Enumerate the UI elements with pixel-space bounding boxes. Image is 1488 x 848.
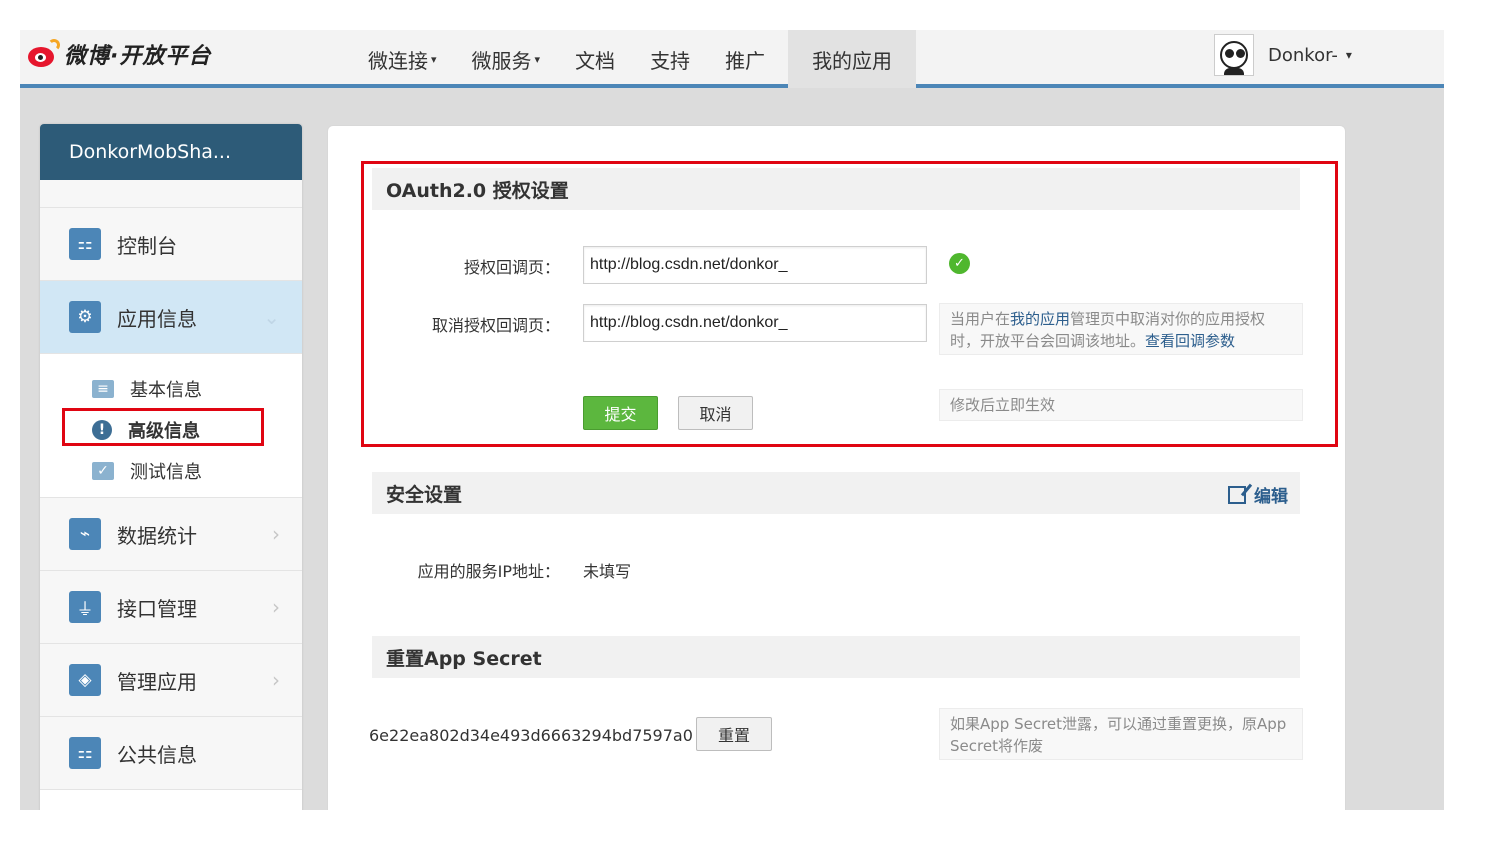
sidebar-item-label: 接口管理 bbox=[117, 596, 197, 621]
sidebar-item-public-info[interactable]: ⚏ 公共信息 bbox=[40, 717, 302, 790]
sidebar-item-label: 控制台 bbox=[117, 233, 177, 258]
user-name: Donkor- bbox=[1268, 44, 1338, 66]
browser-viewport: 微博·开放平台 微连接 ▾ 微服务 ▾ 文档 支持 推广 我的应用 Donkor… bbox=[20, 30, 1444, 810]
main-nav: 微连接 ▾ 微服务 ▾ 文档 支持 推广 我的应用 bbox=[356, 30, 928, 88]
edit-link[interactable]: 编辑 bbox=[1228, 482, 1288, 507]
sidebar-item-console[interactable]: ⚏ 控制台 bbox=[40, 208, 302, 281]
sidebar: DonkorMobSha... ⚏ 控制台 ⚙ 应用信息 ⌄ ≡ 基本信息 ! … bbox=[40, 124, 302, 810]
reset-secret-section-title: 重置App Secret bbox=[372, 636, 1300, 678]
sidebar-subitem-label: 测试信息 bbox=[130, 461, 202, 483]
nav-item-label: 支持 bbox=[650, 48, 691, 73]
server-ip-label: 应用的服务IP地址： bbox=[417, 562, 560, 581]
console-icon: ⚏ bbox=[69, 228, 101, 260]
sidebar-subitem-test-info[interactable]: ✓ 测试信息 bbox=[40, 450, 302, 491]
nav-item-promote[interactable]: 推广 bbox=[713, 30, 776, 88]
nav-item-my-apps[interactable]: 我的应用 bbox=[788, 30, 917, 88]
highlight-box-oauth-settings bbox=[361, 161, 1338, 447]
layers-icon: ◈ bbox=[69, 664, 101, 696]
sidebar-subitem-basic-info[interactable]: ≡ 基本信息 bbox=[40, 368, 302, 409]
avatar bbox=[1214, 34, 1254, 76]
edit-icon bbox=[1228, 485, 1246, 504]
caret-down-icon: ▾ bbox=[534, 52, 541, 66]
nav-item-weilianjie[interactable]: 微连接 ▾ bbox=[356, 30, 448, 88]
reset-secret-button[interactable]: 重置 bbox=[696, 717, 772, 751]
sidebar-item-app-info[interactable]: ⚙ 应用信息 ⌄ bbox=[40, 281, 302, 354]
weibo-open-platform-logo[interactable]: 微博·开放平台 bbox=[26, 38, 211, 70]
sidebar-item-statistics[interactable]: ⌁ 数据统计 › bbox=[40, 498, 302, 571]
sidebar-item-api-management[interactable]: ⏚ 接口管理 › bbox=[40, 571, 302, 644]
sidebar-item-label: 数据统计 bbox=[117, 523, 197, 548]
top-navbar: 微博·开放平台 微连接 ▾ 微服务 ▾ 文档 支持 推广 我的应用 Donkor… bbox=[20, 30, 1444, 88]
nav-item-label: 推广 bbox=[725, 48, 766, 73]
card-icon: ≡ bbox=[92, 379, 114, 398]
weibo-eye-icon bbox=[26, 39, 60, 69]
sidebar-item-label: 应用信息 bbox=[117, 306, 197, 331]
nav-item-label: 我的应用 bbox=[812, 48, 893, 73]
security-title-text: 安全设置 bbox=[386, 483, 463, 506]
caret-down-icon: ▾ bbox=[1345, 48, 1352, 62]
nav-item-label: 微连接 bbox=[368, 48, 428, 73]
chart-icon: ⌁ bbox=[69, 518, 101, 550]
security-section-title: 安全设置 编辑 bbox=[372, 472, 1300, 514]
app-secret-value: 6e22ea802d34e493d6663294bd7597a0 bbox=[369, 726, 693, 745]
highlight-box-advanced-info bbox=[62, 408, 264, 446]
test-card-icon: ✓ bbox=[92, 461, 114, 480]
caret-down-icon: ▾ bbox=[431, 52, 437, 66]
gear-icon: ⚙ bbox=[69, 301, 101, 333]
reset-secret-hint: 如果App Secret泄露，可以通过重置更换，原App Secret将作废 bbox=[939, 708, 1303, 760]
edit-label: 编辑 bbox=[1254, 487, 1288, 507]
logo-text: 微博·开放平台 bbox=[64, 44, 212, 69]
chevron-right-icon: › bbox=[272, 595, 280, 619]
nav-item-label: 文档 bbox=[575, 48, 616, 73]
plug-icon: ⏚ bbox=[69, 591, 101, 623]
chevron-right-icon: › bbox=[272, 522, 280, 546]
chevron-right-icon: › bbox=[272, 668, 280, 692]
sidebar-subitem-label: 基本信息 bbox=[130, 379, 202, 401]
user-menu[interactable]: Donkor- ▾ bbox=[1214, 32, 1352, 78]
public-icon: ⚏ bbox=[69, 737, 101, 769]
nav-item-weifuwu[interactable]: 微服务 ▾ bbox=[460, 30, 552, 88]
sidebar-item-label: 公共信息 bbox=[117, 742, 197, 767]
server-ip-value: 未填写 bbox=[583, 562, 632, 581]
nav-item-label: 微服务 bbox=[471, 48, 532, 73]
nav-item-support[interactable]: 支持 bbox=[638, 30, 701, 88]
app-name-header: DonkorMobSha... bbox=[40, 124, 302, 180]
sidebar-item-label: 管理应用 bbox=[117, 669, 197, 694]
sidebar-item-manage-app[interactable]: ◈ 管理应用 › bbox=[40, 644, 302, 717]
chevron-down-icon: ⌄ bbox=[263, 305, 280, 329]
nav-item-docs[interactable]: 文档 bbox=[563, 30, 626, 88]
